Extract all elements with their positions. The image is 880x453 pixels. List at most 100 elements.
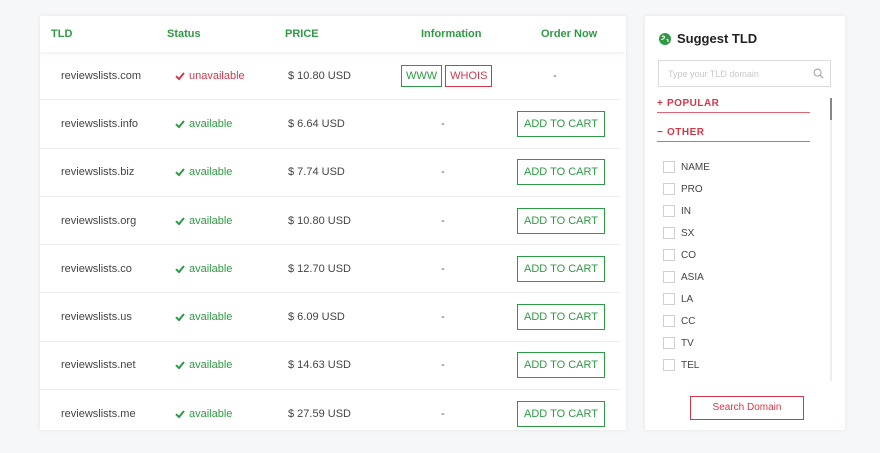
tld-option[interactable]: TEL [657, 354, 832, 376]
table-row: reviewslists.net available $ 14.63 USD -… [40, 342, 620, 391]
status-text: available [189, 117, 233, 130]
status-text: available [189, 214, 233, 227]
tld-options-list[interactable]: + POPULAR − OTHER NAME PRO IN SX CO ASIA L… [657, 98, 832, 381]
check-icon [175, 410, 185, 419]
price: $ 27.59 USD [288, 407, 351, 420]
order-cell: ADD TO CART [517, 400, 605, 427]
price: $ 7.74 USD [288, 166, 345, 179]
order-cell: ADD TO CART [517, 110, 605, 137]
price: $ 6.09 USD [288, 311, 345, 324]
add-to-cart-button[interactable]: ADD TO CART [517, 159, 605, 186]
check-icon [175, 168, 185, 177]
status-available: available [175, 263, 232, 275]
information: - [441, 166, 445, 179]
tld-option-label: CC [681, 315, 696, 327]
group-popular[interactable]: + POPULAR [657, 98, 810, 113]
price: $ 10.80 USD [288, 69, 351, 82]
table-row: reviewslists.us available $ 6.09 USD - A… [40, 293, 620, 342]
header-order-now: Order Now [541, 28, 598, 40]
group-other-label: OTHER [667, 127, 705, 138]
checkbox[interactable] [663, 293, 675, 305]
checkbox[interactable] [663, 161, 675, 173]
checkbox[interactable] [663, 359, 675, 371]
checkbox[interactable] [663, 183, 675, 195]
search-icon[interactable] [813, 68, 824, 79]
order-none: - [553, 69, 557, 82]
add-to-cart-button[interactable]: ADD TO CART [517, 110, 605, 137]
checkbox[interactable] [663, 227, 675, 239]
checkbox[interactable] [663, 315, 675, 327]
tld-option-label: NAME [681, 161, 710, 173]
tld-option[interactable]: IN [657, 200, 832, 222]
status-available: available [175, 118, 232, 130]
www-button[interactable]: WWW [401, 64, 443, 87]
panel-title-text: Suggest TLD [677, 31, 758, 46]
add-to-cart-button[interactable]: ADD TO CART [517, 255, 605, 282]
status-available: available [175, 408, 232, 420]
collapse-icon: − [657, 127, 664, 138]
status-available: available [175, 166, 232, 178]
check-icon [175, 216, 185, 225]
domain-name: reviewslists.com [61, 69, 142, 82]
information: - [441, 407, 445, 420]
tld-option[interactable]: PRO [657, 178, 832, 200]
header-tld: TLD [51, 28, 73, 40]
group-other[interactable]: − OTHER [657, 127, 810, 142]
table-header: TLD Status PRICE Information Order Now [40, 16, 626, 52]
tld-table: TLD Status PRICE Information Order Now r… [40, 16, 626, 430]
tld-option[interactable]: LA [657, 288, 832, 310]
check-icon [175, 120, 185, 129]
globe-icon [659, 32, 671, 45]
group-popular-label: POPULAR [667, 98, 720, 109]
table-row: reviewslists.me available $ 27.59 USD - … [40, 390, 620, 430]
checkbox[interactable] [663, 249, 675, 261]
status-text: unavailable [189, 69, 245, 82]
checkbox[interactable] [663, 337, 675, 349]
table-row: reviewslists.biz available $ 7.74 USD - … [40, 149, 620, 197]
add-to-cart-button[interactable]: ADD TO CART [517, 352, 605, 379]
scrollbar-thumb[interactable] [830, 98, 832, 120]
order-cell: ADD TO CART [517, 255, 605, 282]
suggest-tld-panel: Suggest TLD +POPULAR −OTHER NAME PRO IN … [645, 16, 845, 430]
search-domain-button[interactable]: Search Domain [690, 396, 804, 420]
tld-option[interactable]: TV [657, 332, 832, 354]
tld-option[interactable]: SX [657, 222, 832, 244]
order-cell: ADD TO CART [517, 352, 605, 379]
add-to-cart-button[interactable]: ADD TO CART [517, 400, 605, 427]
scrollbar-track[interactable] [830, 98, 832, 381]
domain-name: reviewslists.net [61, 359, 136, 372]
tld-option-label: TV [681, 337, 694, 349]
tld-option[interactable]: ASIA [657, 266, 832, 288]
add-to-cart-button[interactable]: ADD TO CART [517, 207, 605, 234]
status-text: available [189, 407, 233, 420]
add-to-cart-button[interactable]: ADD TO CART [517, 304, 605, 331]
whois-button[interactable]: WHOIS [445, 64, 493, 87]
tld-search-box [658, 60, 831, 87]
tld-option[interactable]: CO [657, 244, 832, 266]
table-row: reviewslists.com unavailable $ 10.80 USD… [40, 52, 620, 101]
information: - [441, 214, 445, 227]
status-unavailable: unavailable [175, 70, 245, 82]
price: $ 10.80 USD [288, 214, 351, 227]
header-status: Status [167, 28, 201, 40]
status-text: available [189, 311, 233, 324]
tld-option-label: PRO [681, 183, 703, 195]
order-cell: ADD TO CART [517, 159, 605, 186]
checkbox[interactable] [663, 205, 675, 217]
tld-option[interactable]: CC [657, 310, 832, 332]
check-icon [175, 361, 185, 370]
domain-name: reviewslists.biz [61, 166, 135, 179]
information: - [441, 117, 445, 130]
order-cell: ADD TO CART [517, 304, 605, 331]
table-row: reviewslists.info available $ 6.64 USD -… [40, 100, 620, 149]
tld-option-label: LA [681, 293, 694, 305]
status-available: available [175, 311, 232, 323]
checkbox[interactable] [663, 271, 675, 283]
tld-option-label: CO [681, 249, 696, 261]
header-price: PRICE [285, 28, 319, 40]
panel-title: Suggest TLD [659, 31, 757, 46]
tld-option[interactable]: NAME [657, 156, 832, 178]
tld-search-input[interactable] [659, 61, 804, 86]
information: - [441, 262, 445, 275]
domain-name: reviewslists.me [61, 407, 136, 420]
